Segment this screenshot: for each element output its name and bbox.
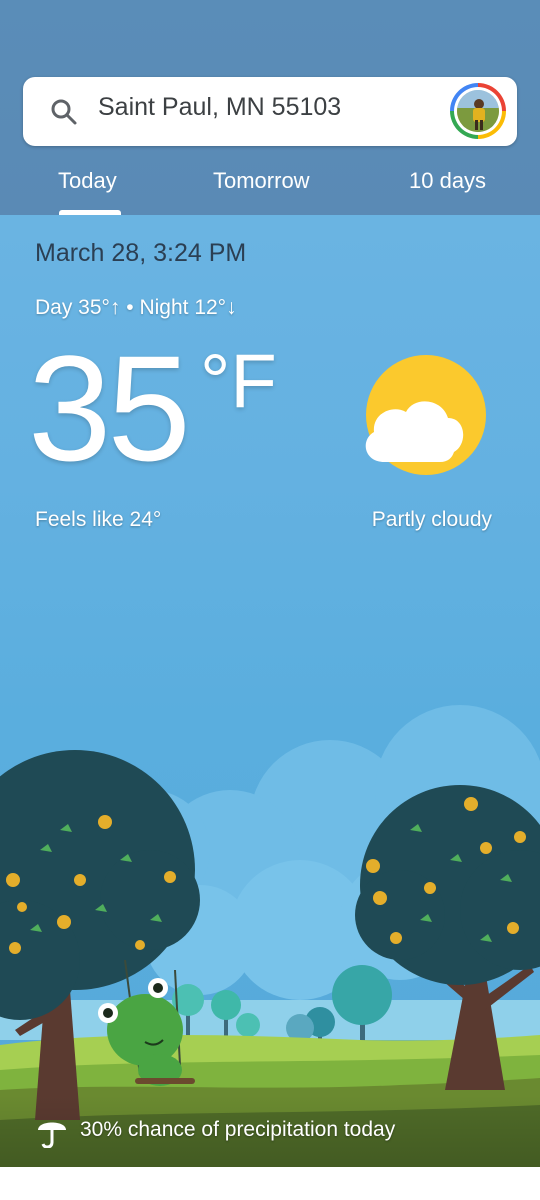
account-avatar[interactable]: [450, 83, 506, 139]
date-time: March 28, 3:24 PM: [35, 239, 247, 267]
tab-10-days[interactable]: 10 days: [409, 168, 486, 194]
avatar-photo: [457, 90, 499, 132]
tab-today[interactable]: Today: [58, 168, 117, 194]
temperature-unit: °F: [200, 339, 277, 424]
weather-screen: Saint Paul, MN 55103 Today Tomorrow 10 d…: [0, 0, 540, 1200]
feels-like: Feels like 24°: [35, 508, 162, 531]
umbrella-icon: [38, 1122, 66, 1148]
avatar-ring-inner: [454, 87, 502, 135]
condition-label: Partly cloudy: [371, 508, 492, 531]
tab-tomorrow[interactable]: Tomorrow: [213, 168, 310, 194]
bottom-strip: [0, 1167, 540, 1200]
search-icon[interactable]: [50, 98, 78, 126]
precipitation-chance: 30% chance of precipitation today: [80, 1118, 396, 1141]
tab-selected-indicator: [59, 210, 121, 215]
search-location-text[interactable]: Saint Paul, MN 55103: [98, 93, 341, 122]
current-temperature: 35: [28, 324, 191, 492]
day-night-temps: Day 35°↑ • Night 12°↓: [35, 296, 237, 319]
partly-cloudy-icon: [365, 355, 486, 475]
